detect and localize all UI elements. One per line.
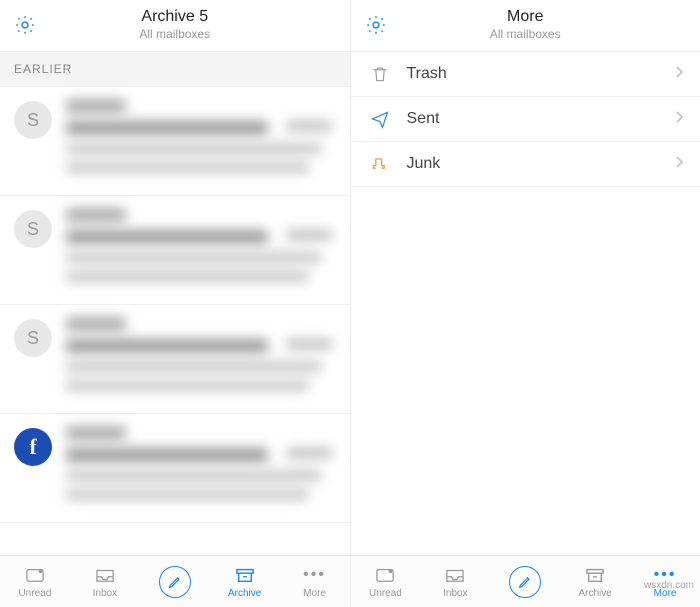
- section-header: EARLIER: [0, 52, 350, 87]
- junk-icon: [367, 154, 393, 174]
- tab-label: Archive: [578, 588, 611, 599]
- snippet-blur: [66, 361, 322, 372]
- compose-icon: [159, 571, 191, 593]
- chevron-right-icon: [674, 110, 684, 129]
- unread-icon: [374, 564, 396, 586]
- more-pane: More All mailboxes Trash Sent Junk: [351, 0, 700, 555]
- tab-more[interactable]: ••• More: [280, 556, 350, 607]
- tab-archive[interactable]: Archive: [210, 556, 280, 607]
- sender-blur: [66, 208, 126, 222]
- tab-archive[interactable]: Archive: [560, 556, 630, 607]
- tab-label: Inbox: [443, 588, 467, 599]
- tab-compose[interactable]: [140, 556, 210, 607]
- unread-icon: [24, 564, 46, 586]
- subject-blur: [66, 230, 268, 244]
- message-item[interactable]: f: [0, 414, 350, 523]
- snippet-blur: [66, 252, 322, 263]
- left-header: Archive 5 All mailboxes: [0, 0, 350, 52]
- compose-icon: [509, 571, 541, 593]
- sender-avatar: S: [14, 210, 52, 248]
- folder-list: Trash Sent Junk: [351, 52, 700, 187]
- folder-row-junk[interactable]: Junk: [351, 142, 700, 187]
- more-icon: •••: [303, 564, 326, 586]
- archive-icon: [234, 564, 256, 586]
- folder-row-sent[interactable]: Sent: [351, 97, 700, 142]
- gear-icon[interactable]: [363, 12, 389, 38]
- tab-label: More: [303, 588, 326, 599]
- trash-icon: [367, 64, 393, 84]
- message-list: S S Sf: [0, 87, 350, 523]
- date-blur: [286, 230, 332, 240]
- subject-blur: [66, 121, 268, 135]
- tab-bar: Unread Inbox Archive ••• More Unread Inbox Arc…: [0, 555, 700, 607]
- folder-row-trash[interactable]: Trash: [351, 52, 700, 97]
- sender-avatar: S: [14, 101, 52, 139]
- date-blur: [286, 339, 332, 349]
- inbox-icon: [444, 564, 466, 586]
- sender-avatar: S: [14, 319, 52, 357]
- left-title: Archive 5: [0, 8, 350, 26]
- message-item[interactable]: S: [0, 196, 350, 305]
- right-header: More All mailboxes: [351, 0, 700, 52]
- left-subtitle: All mailboxes: [0, 27, 350, 41]
- tab-compose[interactable]: [490, 556, 560, 607]
- tab-label: Inbox: [93, 588, 117, 599]
- snippet-blur: [66, 271, 309, 282]
- inbox-icon: [94, 564, 116, 586]
- tab-label: Unread: [19, 588, 52, 599]
- snippet-blur: [66, 143, 322, 154]
- message-item[interactable]: S: [0, 305, 350, 414]
- sender-blur: [66, 99, 126, 113]
- subject-blur: [66, 448, 268, 462]
- tab-unread[interactable]: Unread: [0, 556, 70, 607]
- date-blur: [286, 448, 332, 458]
- right-subtitle: All mailboxes: [351, 27, 700, 41]
- date-blur: [286, 121, 332, 131]
- gear-icon[interactable]: [12, 12, 38, 38]
- message-item[interactable]: S: [0, 87, 350, 196]
- tab-label: Unread: [369, 588, 402, 599]
- tab-inbox[interactable]: Inbox: [70, 556, 140, 607]
- sender-blur: [66, 317, 126, 331]
- watermark: wsxdn.com: [644, 580, 694, 591]
- snippet-blur: [66, 489, 309, 500]
- snippet-blur: [66, 162, 309, 173]
- subject-blur: [66, 339, 268, 353]
- chevron-right-icon: [674, 155, 684, 174]
- snippet-blur: [66, 380, 309, 391]
- tabs-left: Unread Inbox Archive ••• More: [0, 556, 350, 607]
- facebook-avatar: f: [14, 428, 52, 466]
- folder-label: Junk: [407, 155, 675, 173]
- tab-label: Archive: [228, 588, 261, 599]
- folder-label: Sent: [407, 110, 675, 128]
- chevron-right-icon: [674, 65, 684, 84]
- sender-blur: [66, 426, 126, 440]
- sent-icon: [367, 109, 393, 129]
- archive-icon: [584, 564, 606, 586]
- tab-inbox[interactable]: Inbox: [420, 556, 490, 607]
- snippet-blur: [66, 470, 322, 481]
- folder-label: Trash: [407, 65, 675, 83]
- archive-pane: Archive 5 All mailboxes EARLIER S S Sf: [0, 0, 351, 555]
- right-title: More: [351, 8, 700, 26]
- tab-unread[interactable]: Unread: [351, 556, 421, 607]
